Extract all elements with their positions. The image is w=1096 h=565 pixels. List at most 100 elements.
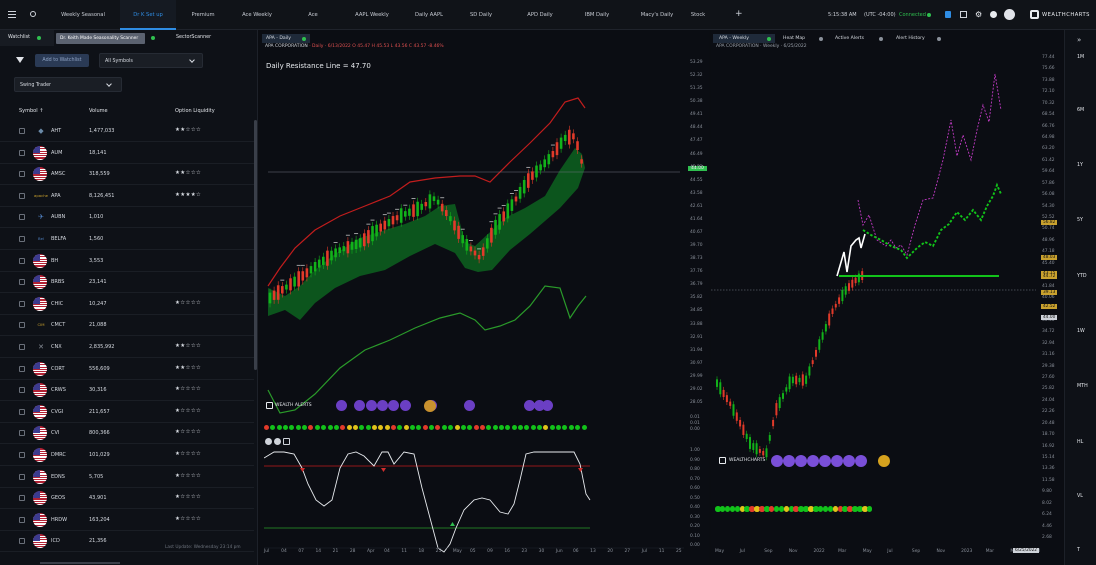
alert-badge-icon[interactable] [831,455,843,467]
add-to-watchlist-button[interactable]: Add to Watchlist [35,54,89,67]
symbols-select[interactable]: All Symbols [99,53,203,68]
col-liquidity-header[interactable]: Option Liquidity [175,108,215,114]
table-row[interactable]: BRBS 23,141 [0,271,254,294]
row-checkbox[interactable] [19,516,25,523]
row-checkbox[interactable] [19,279,25,286]
tab-sector[interactable]: SectorScanner [176,35,211,40]
alert-badge-icon[interactable] [388,400,399,411]
scrollbar[interactable] [254,120,257,370]
tab-daily[interactable]: APA - Daily [262,34,310,43]
row-checkbox[interactable] [19,300,25,307]
tab-sd-daily[interactable]: SD Daily [460,0,502,30]
collapse-icon[interactable]: » [1077,36,1081,44]
table-row[interactable]: CIM CMCT 21,088 [0,314,254,337]
daily-price-chart[interactable] [260,58,680,423]
alert-badge-icon[interactable] [843,455,855,467]
indicator-toggle-icon[interactable] [265,438,272,445]
range-5y[interactable]: 5Y [1077,218,1083,223]
row-checkbox[interactable] [19,473,25,480]
tab-ace[interactable]: Ace [292,0,334,30]
row-symbol[interactable]: HRDW [51,517,67,523]
tab-weekly-seasonal[interactable]: Weekly Seasonal [50,0,116,30]
row-symbol[interactable]: AMSC [51,171,65,177]
alert-badge-icon[interactable] [783,455,795,467]
oscillator-chart[interactable] [264,448,684,556]
table-row[interactable]: HRDW 163,204 ★☆☆☆☆ [0,509,254,531]
row-checkbox[interactable] [19,344,25,350]
menu-icon[interactable] [8,11,16,18]
row-symbol[interactable]: GEOS [51,495,65,501]
row-checkbox[interactable] [19,365,25,372]
alert-badge-icon[interactable] [464,400,475,411]
range-mth[interactable]: MTH [1077,384,1088,389]
table-row[interactable]: AMSC 318,559 ★★☆☆☆ [0,163,254,186]
row-checkbox[interactable] [19,171,25,178]
table-row[interactable]: CVGI 211,657 ★☆☆☆☆ [0,401,254,423]
range-vl[interactable]: VL [1077,494,1083,499]
tab-heat-map[interactable]: Heat Map [783,36,805,41]
table-row[interactable]: ◆ AHT 1,477,033 ★★☆☆☆ [0,120,254,142]
tab-scanner[interactable]: Dr. Keith Made Seasonality Scanner [56,33,145,44]
layout-icon[interactable] [960,11,967,18]
tab-dr-k-set-up[interactable]: Dr K Set up [120,0,176,30]
table-row[interactable]: apache APA 8,126,451 ★★★★☆ [0,185,254,207]
alert-badge-icon[interactable] [807,455,819,467]
row-checkbox[interactable] [19,322,25,329]
tab-macy-s-daily[interactable]: Macy's Daily [629,0,685,30]
gear-icon[interactable]: ⚙ [975,10,982,19]
row-checkbox[interactable] [19,149,25,156]
table-row[interactable]: DMRC 101,029 ★☆☆☆☆ [0,444,254,466]
alert-badge-icon[interactable] [771,455,783,467]
table-row[interactable]: EDNS 5,705 ★☆☆☆☆ [0,466,254,488]
range-1m[interactable]: 1M [1077,55,1084,60]
row-symbol[interactable]: AUM [51,150,62,156]
table-row[interactable]: CORT 556,609 ★★☆☆☆ [0,358,254,380]
row-symbol[interactable]: EDNS [51,474,65,480]
tab-active-alerts[interactable]: Active Alerts [835,36,864,41]
row-symbol[interactable]: AHT [51,128,61,134]
table-row[interactable]: CHIC 10,247 ★☆☆☆☆ [0,293,254,315]
indicator-close-icon[interactable] [283,438,290,445]
table-row[interactable]: CVI 800,366 ★☆☆☆☆ [0,422,254,445]
tab-alert-history[interactable]: Alert History [896,36,925,41]
timezone[interactable]: (UTC -04:00) [864,12,896,18]
tab-daily-aapl[interactable]: Daily AAPL [404,0,454,30]
row-checkbox[interactable] [19,408,25,415]
range-1w[interactable]: 1W [1077,329,1085,334]
row-checkbox[interactable] [19,387,25,394]
table-row[interactable]: Bel BELFA 1,560 [0,228,254,250]
alert-badge-icon[interactable] [819,455,831,467]
alert-badge-gold-icon[interactable] [878,455,890,467]
tab-stock[interactable]: Stock [682,0,714,30]
tab-ace-weekly[interactable]: Ace Weekly [232,0,282,30]
row-symbol[interactable]: CVI [51,430,59,436]
row-checkbox[interactable] [19,538,25,545]
tab-watchlist[interactable]: Watchlist [0,30,54,46]
strategy-select[interactable]: Swing Trader [14,77,122,92]
save-icon[interactable] [945,11,951,18]
col-volume-header[interactable]: Volume [89,108,108,114]
row-symbol[interactable]: CVGI [51,409,63,415]
table-row[interactable]: CRWS 30,316 ★☆☆☆☆ [0,379,254,402]
search-icon[interactable] [30,11,36,17]
range-ytd[interactable]: YTD [1077,274,1087,279]
tab-aapl-weekly[interactable]: AAPL Weekly [343,0,401,30]
range-t[interactable]: T [1077,548,1080,553]
row-checkbox[interactable] [19,214,25,221]
row-symbol[interactable]: DMRC [51,452,66,458]
alert-badge-icon[interactable] [366,400,377,411]
row-symbol[interactable]: CMCT [51,322,65,328]
row-symbol[interactable]: CHIC [51,301,63,307]
row-symbol[interactable]: BELFA [51,236,66,242]
alert-badge-icon[interactable] [336,400,347,411]
row-checkbox[interactable] [19,430,25,437]
alert-badge-icon[interactable] [542,400,553,411]
alert-badge-icon[interactable] [795,455,807,467]
row-symbol[interactable]: BRBS [51,279,64,285]
filter-icon[interactable] [16,57,24,63]
tab-ibm-daily[interactable]: IBM Daily [574,0,620,30]
table-row[interactable]: BH 3,553 [0,250,254,272]
indicator-settings-icon[interactable] [274,438,281,445]
row-checkbox[interactable] [19,452,25,458]
row-checkbox[interactable] [19,495,25,502]
